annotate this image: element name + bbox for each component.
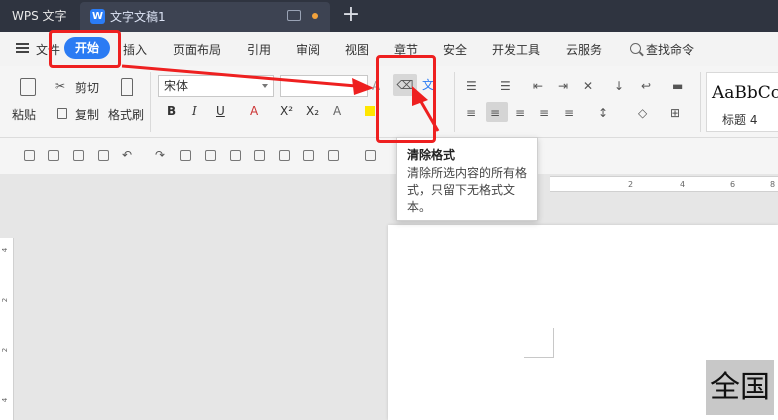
title-bar: WPS 文字 W 文字文稿1 + — [0, 0, 778, 32]
ruler-number: 2 — [1, 297, 10, 303]
table-icon[interactable] — [180, 150, 191, 161]
indent-icon[interactable]: ⇥ — [558, 79, 568, 93]
chart-icon[interactable] — [328, 150, 339, 161]
subscript-button[interactable]: X₂ — [306, 104, 319, 118]
separator — [150, 72, 151, 132]
document-page[interactable]: 全国 — [388, 225, 778, 420]
menu-insert[interactable]: 插入 — [123, 41, 147, 58]
menu-page-layout[interactable]: 页面布局 — [173, 41, 221, 58]
font-size-select[interactable] — [280, 75, 368, 97]
tooltip-title: 清除格式 — [407, 148, 456, 162]
hamburger-menu-icon[interactable] — [16, 43, 29, 53]
bullet-list-icon[interactable]: ☰ — [466, 79, 477, 93]
format-painter-icon[interactable] — [121, 78, 133, 96]
undo-icon[interactable]: ↶ — [122, 148, 132, 162]
unsaved-dot-icon — [312, 13, 318, 19]
monitor-icon[interactable] — [287, 10, 301, 21]
vertical-ruler[interactable]: 4 2 2 4 — [0, 238, 14, 420]
clear-format-tooltip: 清除格式 清除所选内容的所有格式，只留下无格式文本。 — [396, 137, 538, 221]
menu-review[interactable]: 审阅 — [296, 41, 320, 58]
app-tab[interactable]: WPS 文字 — [0, 0, 78, 32]
shapes-icon[interactable] — [303, 150, 314, 161]
more-icon[interactable] — [365, 150, 376, 161]
separator — [700, 72, 701, 132]
redo-icon[interactable]: ↷ — [155, 148, 165, 162]
ruler-number: 8 — [770, 180, 776, 189]
outdent-icon[interactable]: ⇤ — [533, 79, 543, 93]
align-right-icon[interactable]: ≡ — [515, 106, 525, 120]
paste-icon[interactable] — [20, 78, 36, 96]
picture-icon[interactable] — [254, 150, 265, 161]
style-name: 标题 4 — [722, 113, 758, 127]
numbered-list-icon[interactable]: ☰ — [500, 79, 511, 93]
horizontal-ruler[interactable]: 2 4 6 8 — [550, 176, 778, 192]
show-marks-icon[interactable]: ↩ — [641, 79, 651, 93]
quick-access-toolbar: ↶ ↷ — [0, 138, 778, 174]
command-search[interactable]: 查找命令 — [622, 38, 772, 60]
format-painter-button[interactable]: 格式刷 — [108, 106, 144, 123]
distribute-icon[interactable]: ≡ — [564, 106, 574, 120]
ruler-number: 2 — [628, 180, 634, 189]
align-left-icon[interactable]: ≡ — [466, 106, 476, 120]
search-icon — [630, 43, 641, 54]
border-line-icon[interactable]: ▬ — [672, 79, 683, 93]
chevron-down-icon — [356, 84, 362, 88]
style-heading4[interactable]: AaBbCcI 标题 4 — [706, 72, 778, 132]
ruler-number: 4 — [1, 397, 10, 403]
ruler-number: 4 — [1, 247, 10, 253]
comment-icon[interactable] — [230, 150, 241, 161]
font-name-value: 宋体 — [164, 79, 189, 93]
bold-button[interactable]: B — [167, 104, 176, 118]
selected-text[interactable]: 全国 — [706, 360, 774, 415]
export-pdf-icon[interactable] — [48, 150, 59, 161]
margin-corner-mark — [524, 328, 554, 358]
borders-icon[interactable]: ⊞ — [670, 106, 680, 120]
menu-security[interactable]: 安全 — [443, 41, 467, 58]
style-sample: AaBbCcI — [712, 83, 778, 103]
sort-icon[interactable]: ↓ — [614, 79, 624, 93]
search-placeholder: 查找命令 — [646, 43, 695, 57]
clear-format-highlight-box — [376, 55, 436, 143]
ruler-number: 2 — [1, 347, 10, 353]
tooltip-description: 清除所选内容的所有格式，只留下无格式文本。 — [407, 166, 528, 214]
chinese-layout-icon[interactable]: ✕ — [583, 79, 593, 93]
new-tab-button[interactable]: + — [340, 2, 362, 30]
italic-button[interactable]: I — [192, 104, 197, 118]
align-center-icon[interactable]: ≡ — [490, 106, 500, 120]
paste-button[interactable]: 粘贴 — [12, 106, 36, 123]
font-color-button[interactable]: A — [250, 104, 258, 118]
shading-icon[interactable]: ◇ — [638, 106, 647, 120]
save-icon[interactable] — [24, 150, 35, 161]
menu-cloud-service[interactable]: 云服务 — [566, 41, 602, 58]
separator — [454, 72, 455, 132]
copy-button[interactable]: 复制 — [75, 106, 99, 123]
menu-developer-tools[interactable]: 开发工具 — [492, 41, 540, 58]
superscript-button[interactable]: X² — [280, 104, 293, 118]
home-tab-highlight-box — [49, 30, 121, 68]
line-spacing-icon[interactable]: ↕ — [598, 106, 608, 120]
print-preview-icon[interactable] — [98, 150, 109, 161]
text-effect-button[interactable]: A — [333, 104, 341, 118]
document-title: 文字文稿1 — [110, 10, 166, 24]
document-tab[interactable]: W 文字文稿1 — [80, 2, 330, 32]
writer-doc-icon: W — [90, 9, 105, 24]
screenshot-icon[interactable] — [279, 150, 290, 161]
font-name-select[interactable]: 宋体 — [158, 75, 274, 97]
underline-button[interactable]: U — [216, 104, 225, 118]
copy-icon[interactable] — [57, 108, 67, 119]
ruler-number: 4 — [680, 180, 686, 189]
menu-references[interactable]: 引用 — [247, 41, 271, 58]
scissors-icon[interactable]: ✂ — [55, 79, 65, 93]
highlight-icon[interactable] — [365, 106, 375, 116]
textbox-icon[interactable] — [205, 150, 216, 161]
cut-button[interactable]: 剪切 — [75, 79, 99, 96]
justify-icon[interactable]: ≡ — [539, 106, 549, 120]
document-workspace: 2 4 6 8 4 2 2 4 全国 — [0, 174, 778, 420]
print-icon[interactable] — [73, 150, 84, 161]
menu-view[interactable]: 视图 — [345, 41, 369, 58]
ruler-number: 6 — [730, 180, 736, 189]
chevron-down-icon — [262, 84, 268, 88]
